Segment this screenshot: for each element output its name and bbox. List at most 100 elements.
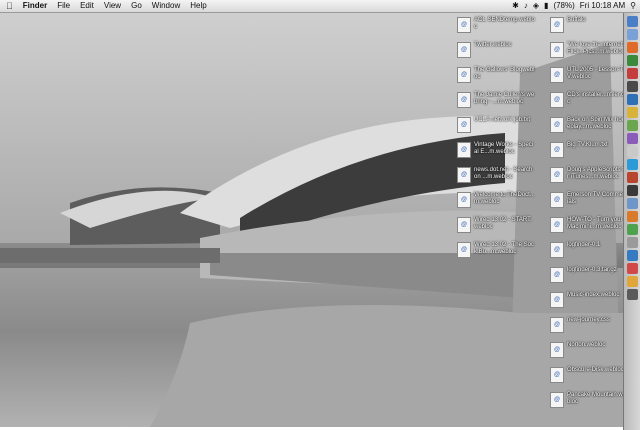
document-icon: @ bbox=[457, 17, 471, 33]
menu-window[interactable]: Window bbox=[147, 0, 185, 12]
file-name-label: Wired 13.02 - START.webloc bbox=[474, 217, 532, 230]
document-icon: @ bbox=[550, 342, 564, 358]
desktop-file-item[interactable]: @ Doug's AppleScripts for iTunes...m.webl… bbox=[550, 167, 628, 183]
volume-icon[interactable]: ♪ bbox=[524, 0, 528, 12]
desktop-file-item[interactable]: @ The Gallows' Blogwebloc bbox=[457, 67, 535, 83]
desktop-file-item[interactable]: @ Emerson TV Commercials bbox=[550, 192, 628, 208]
desktop-file-item[interactable]: @ Twitter.webloc bbox=[457, 42, 535, 58]
desktop-file-item[interactable]: @ Welcome to TheDoct...m.webloc bbox=[457, 192, 535, 208]
menu-help[interactable]: Help bbox=[185, 0, 211, 12]
file-name-label: AOL SENDtemp.webloc bbox=[474, 17, 535, 30]
file-name-label: Pancake Mountain.webloc bbox=[567, 392, 627, 405]
desktop-file-item[interactable]: @ Vintage Works - Special E...m.webloc bbox=[457, 142, 535, 158]
menu-bar:  Finder File Edit View Go Window Help ✱… bbox=[0, 0, 640, 13]
desktop-file-item[interactable]: @ logfinder-0.3.tar.gz bbox=[550, 267, 628, 283]
document-icon: @ bbox=[550, 367, 564, 383]
menu-edit[interactable]: Edit bbox=[75, 0, 99, 12]
desktop-file-item[interactable]: @ Back on Spin Mix homeplay...m.webloc bbox=[550, 117, 628, 133]
dock-app-icon[interactable] bbox=[626, 107, 638, 118]
file-name-label: The Gallows' Blogwebloc bbox=[474, 67, 535, 80]
dock-app-icon[interactable] bbox=[626, 263, 638, 274]
document-icon: @ bbox=[457, 67, 471, 83]
document-icon: @ bbox=[550, 67, 564, 83]
desktop-file-item[interactable]: @ The Jamie Cullen's webring - ...m.weblo… bbox=[457, 92, 535, 108]
desktop-file-item[interactable]: @ news.dot.net - Search on ...m.webloc bbox=[457, 167, 535, 183]
file-name-label: "We love the internet" Flickr Pics...m.w… bbox=[567, 42, 625, 55]
document-icon: @ bbox=[550, 392, 564, 408]
file-name-label: UCLA network job.txt bbox=[474, 117, 531, 123]
file-name-label: new-journey.css bbox=[567, 317, 610, 323]
desktop-file-item[interactable]: @ HOW-TO - Turn your Mac mini...m.webloc bbox=[550, 217, 628, 233]
dock-app-icon[interactable] bbox=[626, 94, 638, 105]
dock-app-icon[interactable] bbox=[626, 68, 638, 79]
desktop-file-item[interactable]: @ UTL 2005 - Lesson-TV.webloc bbox=[550, 67, 628, 83]
document-icon: @ bbox=[550, 192, 564, 208]
spotlight-icon[interactable]: ⚲ bbox=[630, 0, 636, 12]
dock-app-icon[interactable] bbox=[626, 55, 638, 66]
file-name-label: Obscure-Disk.webloc bbox=[567, 367, 624, 373]
document-icon: @ bbox=[550, 217, 564, 233]
menu-go[interactable]: Go bbox=[126, 0, 147, 12]
desktop-file-item[interactable]: @ Music-index.webloc bbox=[550, 292, 628, 308]
file-name-label: news.dot.net - Search on ...m.webloc bbox=[474, 167, 533, 180]
document-icon: @ bbox=[457, 192, 471, 208]
desktop-file-item[interactable]: @ UCLA network job.txt bbox=[457, 117, 535, 133]
desktop-icons: @ AOL SENDtemp.webloc @ Twitter.webloc @ The … bbox=[0, 13, 640, 427]
file-name-label: Emerson TV Commercials bbox=[567, 192, 628, 205]
document-icon: @ bbox=[550, 317, 564, 333]
dock-app-icon[interactable] bbox=[626, 120, 638, 131]
document-icon: @ bbox=[457, 242, 471, 258]
dock-app-icon[interactable] bbox=[626, 42, 638, 53]
dock-app-icon[interactable] bbox=[626, 198, 638, 209]
document-icon: @ bbox=[457, 167, 471, 183]
menu-view[interactable]: View bbox=[99, 0, 126, 12]
document-icon: @ bbox=[550, 267, 564, 283]
desktop-file-item[interactable]: @ Norton.webloc bbox=[550, 342, 628, 358]
bluetooth-icon[interactable]: ✱ bbox=[512, 0, 519, 12]
dock-app-icon[interactable] bbox=[626, 146, 638, 157]
dock-app-icon[interactable] bbox=[626, 237, 638, 248]
file-name-label: logfinder-0.3.tar.gz bbox=[567, 267, 617, 273]
menu-file[interactable]: File bbox=[52, 0, 75, 12]
dock-app-icon[interactable] bbox=[626, 29, 638, 40]
desktop-file-item[interactable]: @ CD's installer...nfiler.doc bbox=[550, 92, 628, 108]
desktop-file-item[interactable]: @ Wired 13.02 - START.webloc bbox=[457, 217, 535, 233]
dock-app-icon[interactable] bbox=[626, 16, 638, 27]
dock-app-icon[interactable] bbox=[626, 185, 638, 196]
dock-app-icon[interactable] bbox=[626, 159, 638, 170]
app-menu-finder[interactable]: Finder bbox=[18, 0, 52, 12]
desktop-file-item[interactable]: @ Buffalo bbox=[550, 17, 628, 33]
desktop-file-item[interactable]: @ new-journey.css bbox=[550, 317, 628, 333]
document-icon: @ bbox=[550, 42, 564, 58]
document-icon: @ bbox=[457, 217, 471, 233]
dock-app-icon[interactable] bbox=[626, 224, 638, 235]
document-icon: @ bbox=[550, 92, 564, 108]
wifi-icon[interactable]: ◈ bbox=[533, 0, 539, 12]
dock bbox=[623, 13, 640, 430]
apple-menu-icon[interactable]:  bbox=[4, 0, 18, 12]
desktop-file-item[interactable]: @ Pancake Mountain.webloc bbox=[550, 392, 628, 408]
file-name-label: Big TV.Klum.txt bbox=[567, 142, 608, 148]
document-icon: @ bbox=[550, 292, 564, 308]
document-icon: @ bbox=[550, 142, 564, 158]
document-icon: @ bbox=[457, 142, 471, 158]
file-name-label: Wired 13.02 - The Sock Bu...m.webloc bbox=[474, 242, 534, 255]
dock-app-icon[interactable] bbox=[626, 133, 638, 144]
desktop-file-item[interactable]: @ Wired 13.02 - The Sock Bu...m.webloc bbox=[457, 242, 535, 258]
file-name-label: Norton.webloc bbox=[567, 342, 606, 348]
dock-app-icon[interactable] bbox=[626, 250, 638, 261]
file-name-label: HOW-TO - Turn your Mac mini...m.webloc bbox=[567, 217, 623, 230]
dock-app-icon[interactable] bbox=[626, 276, 638, 287]
dock-app-icon[interactable] bbox=[626, 211, 638, 222]
dock-app-icon[interactable] bbox=[626, 289, 638, 300]
desktop-file-item[interactable]: @ Big TV.Klum.txt bbox=[550, 142, 628, 158]
battery-icon[interactable]: ▮ bbox=[544, 0, 548, 12]
clock[interactable]: Fri 10:18 AM bbox=[580, 0, 625, 12]
desktop-file-item[interactable]: @ AOL SENDtemp.webloc bbox=[457, 17, 535, 33]
desktop-file-item[interactable]: @ "We love the internet" Flickr Pics...m.… bbox=[550, 42, 628, 58]
desktop-file-item[interactable]: @ Obscure-Disk.webloc bbox=[550, 367, 628, 383]
desktop-file-item[interactable]: @ logfinder-0.1 bbox=[550, 242, 628, 258]
dock-app-icon[interactable] bbox=[626, 81, 638, 92]
file-name-label: Back on Spin Mix homeplay...m.webloc bbox=[567, 117, 627, 130]
dock-app-icon[interactable] bbox=[626, 172, 638, 183]
